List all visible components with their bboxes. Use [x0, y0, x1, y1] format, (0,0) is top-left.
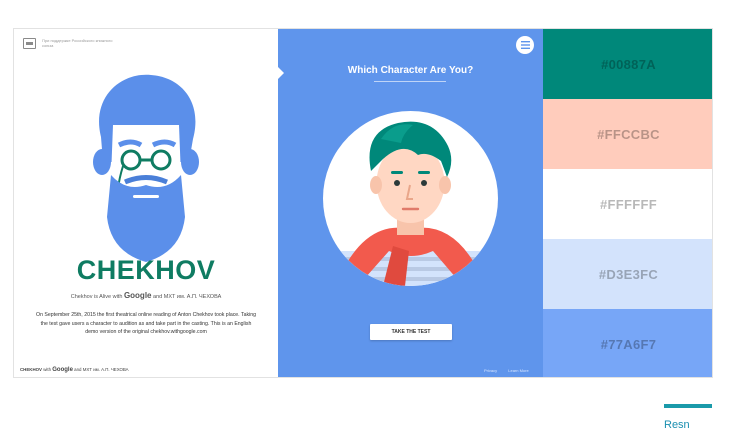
panel-pointer	[278, 67, 284, 79]
learn-more-link[interactable]: Learn More	[508, 368, 528, 373]
footer-brand: CHEKHOV	[20, 367, 42, 372]
chekhov-portrait	[93, 74, 199, 262]
intro-panel: При поддержке Российского книжного союза…	[14, 29, 278, 377]
menu-button[interactable]	[516, 36, 534, 54]
swatch-blue: #77A6F7	[543, 309, 712, 377]
showcase-screenshot: При поддержке Российского книжного союза…	[13, 28, 713, 378]
footer-with: with	[43, 367, 52, 372]
character-illustration	[323, 111, 498, 286]
swatch-teal: #00887A	[543, 29, 712, 99]
take-test-button[interactable]: TAKE THE TEST	[370, 324, 452, 340]
quiz-question: Which Character Are You?	[347, 65, 474, 76]
page-title: CHEKHOV	[76, 255, 216, 285]
title-divider	[374, 81, 446, 82]
swatch-peach: #FFCCBC	[543, 99, 712, 169]
subtitle-prefix: Chekhov is Alive with	[70, 294, 123, 300]
accent-bar	[664, 404, 712, 408]
privacy-link[interactable]: Privacy	[484, 368, 497, 373]
footer-suffix: and МХТ им. А.П. ЧЕХОВА	[74, 367, 129, 372]
quiz-panel: Which Character Are You? TAKE THE TEST P…	[278, 29, 543, 377]
subtitle-suffix: and МХТ им. А.П. ЧЕХОВА	[153, 294, 222, 300]
resn-link[interactable]: Resn	[664, 419, 690, 431]
quiz-footer-links: Privacy Learn More	[484, 368, 539, 373]
google-wordmark: Google	[123, 291, 152, 300]
subtitle: Chekhov is Alive with Google and МХТ им.…	[14, 291, 278, 300]
book-union-logo-icon	[23, 38, 36, 49]
support-text: При поддержке Российского книжного союза	[42, 38, 113, 48]
beard-shape	[107, 175, 185, 262]
footer-google-wordmark: Google	[52, 367, 73, 373]
project-description: On September 25th, 2015 the first theatr…	[36, 312, 256, 335]
support-notice: При поддержке Российского книжного союза	[23, 38, 122, 49]
menu-icon	[520, 41, 530, 49]
swatch-light-blue: #D3E3FC	[543, 239, 712, 309]
swatch-white: #FFFFFF	[543, 169, 712, 239]
left-footer: CHEKHOV with Google and МХТ им. А.П. ЧЕХ…	[20, 367, 129, 373]
color-palette: #00887A #FFCCBC #FFFFFF #D3E3FC #77A6F7	[543, 29, 712, 377]
